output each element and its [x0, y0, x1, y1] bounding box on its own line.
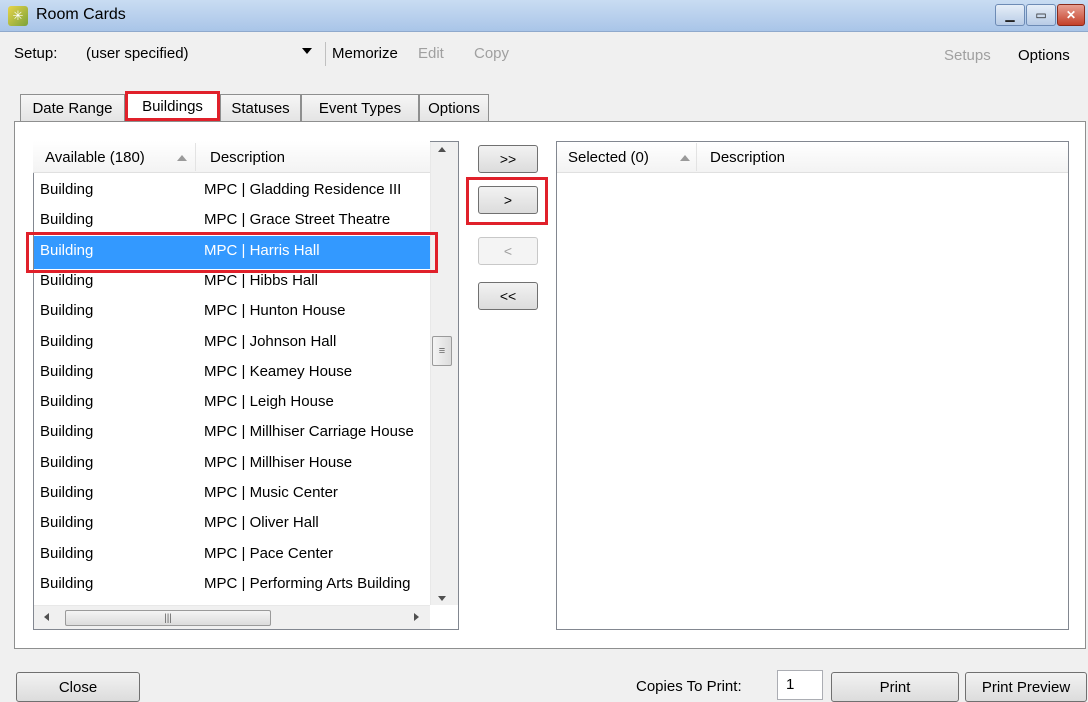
column-divider[interactable]	[195, 143, 196, 171]
memorize-button[interactable]: Memorize	[332, 45, 398, 62]
selected-list[interactable]	[556, 141, 1069, 630]
row-type: Building	[40, 181, 94, 198]
row-type: Building	[40, 575, 94, 592]
row-type: Building	[40, 423, 94, 440]
horizontal-scroll-thumb[interactable]: |||	[65, 610, 271, 626]
remove-all-button[interactable]: <<	[478, 282, 538, 310]
scroll-down-icon[interactable]	[438, 596, 446, 601]
sort-ascending-icon	[177, 155, 187, 161]
scroll-up-icon[interactable]	[438, 147, 446, 152]
row-description: MPC | Leigh House	[204, 393, 334, 410]
grip-icon: |||	[164, 612, 172, 624]
tab-date-range[interactable]: Date Range	[20, 94, 125, 121]
row-type: Building	[40, 545, 94, 562]
row-type: Building	[40, 454, 94, 471]
row-description: MPC | Pace Center	[204, 545, 333, 562]
copies-to-print-input[interactable]: 1	[777, 670, 823, 700]
row-description: MPC | Millhiser House	[204, 454, 353, 471]
toolbar-divider	[325, 42, 326, 66]
row-type: Building	[40, 211, 94, 228]
copy-button[interactable]: Copy	[474, 45, 509, 62]
column-divider[interactable]	[696, 143, 697, 171]
maximize-icon: ▭	[1035, 8, 1047, 22]
description-column-header[interactable]: Description	[210, 149, 285, 166]
row-type: Building	[40, 393, 94, 410]
minimize-button[interactable]: ▁	[995, 4, 1025, 26]
tab-options[interactable]: Options	[419, 94, 489, 121]
remove-button[interactable]: <	[478, 237, 538, 265]
row-type: Building	[40, 484, 94, 501]
row-description: MPC | Hibbs Hall	[204, 272, 318, 289]
chevron-down-icon[interactable]	[302, 48, 312, 54]
row-description: MPC | Performing Arts Building	[204, 575, 411, 592]
description-column-header[interactable]: Description	[710, 149, 785, 166]
add-button-annotation	[466, 177, 548, 225]
row-type: Building	[40, 272, 94, 289]
row-type: Building	[40, 333, 94, 350]
sort-ascending-icon	[680, 155, 690, 161]
minimize-icon: ▁	[1005, 8, 1015, 22]
tab-statuses[interactable]: Statuses	[220, 94, 301, 121]
window-title: Room Cards	[36, 6, 126, 23]
setup-value: (user specified)	[86, 45, 189, 62]
tab-buildings[interactable]: Buildings	[125, 91, 220, 121]
row-description: MPC | Hunton House	[204, 302, 346, 319]
close-icon: ✕	[1065, 8, 1077, 22]
row-description: MPC | Oliver Hall	[204, 514, 319, 531]
row-description: MPC | Grace Street Theatre	[204, 211, 391, 228]
scroll-right-icon[interactable]	[414, 613, 419, 621]
add-all-button[interactable]: >>	[478, 145, 538, 173]
options-menu-button[interactable]: Options	[1018, 47, 1070, 64]
selected-row-annotation	[26, 232, 438, 273]
grip-icon: ≡	[438, 345, 446, 357]
edit-button[interactable]: Edit	[418, 45, 444, 62]
available-column-header[interactable]: Available (180)	[45, 149, 145, 166]
maximize-button[interactable]: ▭	[1026, 4, 1056, 26]
print-preview-button[interactable]: Print Preview	[965, 672, 1087, 702]
row-type: Building	[40, 302, 94, 319]
tab-event-types[interactable]: Event Types	[301, 94, 419, 121]
close-button[interactable]: Close	[16, 672, 140, 702]
setup-label: Setup:	[14, 45, 58, 62]
copies-to-print-label: Copies To Print:	[636, 678, 742, 695]
row-description: MPC | Keamey House	[204, 363, 353, 380]
window-close-button[interactable]: ✕	[1057, 4, 1085, 26]
row-type: Building	[40, 363, 94, 380]
selected-column-header[interactable]: Selected (0)	[568, 149, 649, 166]
row-description: MPC | Music Center	[204, 484, 338, 501]
app-icon: ✳	[8, 6, 28, 26]
title-bar	[0, 0, 1088, 32]
row-type: Building	[40, 514, 94, 531]
row-description: MPC | Gladding Residence III	[204, 181, 402, 198]
row-description: MPC | Johnson Hall	[204, 333, 337, 350]
vertical-scroll-thumb[interactable]: ≡	[432, 336, 452, 366]
scroll-left-icon[interactable]	[44, 613, 49, 621]
row-description: MPC | Millhiser Carriage House	[204, 423, 414, 440]
vertical-scrollbar[interactable]	[430, 142, 458, 605]
print-button[interactable]: Print	[831, 672, 959, 702]
setups-button[interactable]: Setups	[944, 47, 991, 64]
